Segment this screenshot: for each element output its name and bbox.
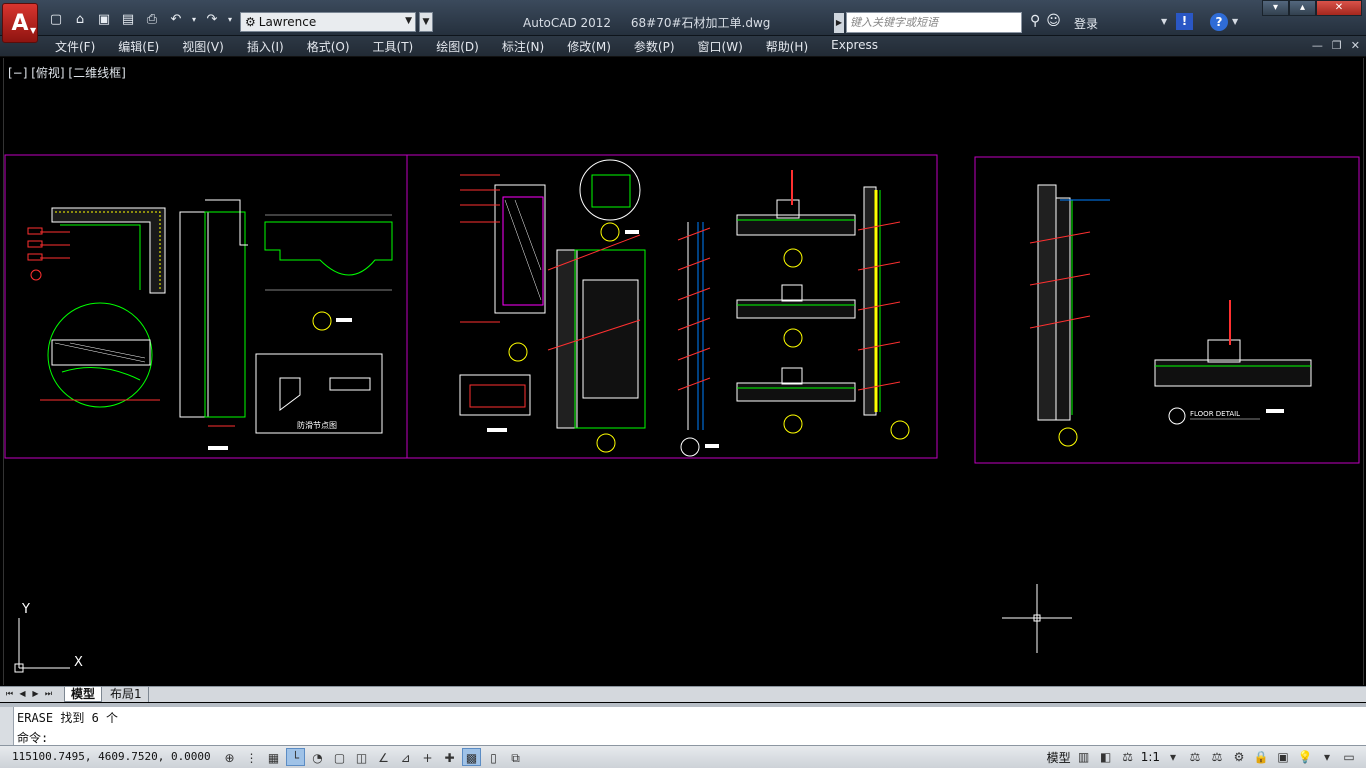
command-prompt-input[interactable]: 命令: xyxy=(17,729,48,746)
grid-icon[interactable]: ▦ xyxy=(264,748,283,766)
quick-properties-icon[interactable]: ▯ xyxy=(484,748,503,766)
3d-osnap-icon[interactable]: ◫ xyxy=(352,748,371,766)
lineweight-icon[interactable]: ✚ xyxy=(440,748,459,766)
hardware-acceleration-icon[interactable]: ▣ xyxy=(1274,748,1292,766)
command-window-grip[interactable] xyxy=(0,707,14,745)
otrack-icon[interactable]: ∠ xyxy=(374,748,393,766)
next-tab-icon[interactable]: ▶ xyxy=(30,688,41,700)
coordinate-readout[interactable]: 115100.7495, 4609.7520, 0.0000 xyxy=(12,750,211,763)
isolate-objects-icon[interactable]: 💡 xyxy=(1296,748,1314,766)
ucs-x-label: X xyxy=(74,655,83,670)
clean-screen-icon[interactable]: ▭ xyxy=(1340,748,1358,766)
detail-title-floor: FLOOR DETAIL xyxy=(1190,410,1240,418)
annotation-scale-icon: ⚖ xyxy=(1122,750,1134,764)
lock-icon[interactable]: 🔒 xyxy=(1252,748,1270,766)
drafting-settings: ⊕ ⋮ ▦ └ ◔ ▢ ◫ ∠ ⊿ + ✚ ▩ ▯ ⧉ xyxy=(220,748,525,766)
ucs-icon: X Y xyxy=(14,602,83,673)
tab-navigation: ⏮ ◀ ▶ ⏭ xyxy=(4,688,54,700)
workspace-switch-icon[interactable]: ⚙ xyxy=(1230,748,1248,766)
snap-icon[interactable]: ⋮ xyxy=(242,748,261,766)
drawing-frame-3 xyxy=(974,156,1360,464)
annotation-scale-value[interactable]: 1:1 xyxy=(1141,750,1160,764)
cad-drawing-canvas: 防滑节点图 FLOOR DETAIL X Y xyxy=(4,154,1360,673)
application-menu-button[interactable]: A xyxy=(2,3,38,43)
ucs-y-label: Y xyxy=(21,602,30,617)
quick-view-drawings-icon[interactable]: ◧ xyxy=(1097,748,1115,766)
ortho-icon[interactable]: └ xyxy=(286,748,305,766)
crosshair-cursor xyxy=(1002,584,1072,653)
osnap-icon[interactable]: ▢ xyxy=(330,748,349,766)
status-bar: 115100.7495, 4609.7520, 0.0000 ⊕ ⋮ ▦ └ ◔… xyxy=(0,745,1366,768)
last-tab-icon[interactable]: ⏭ xyxy=(43,688,54,700)
first-tab-icon[interactable]: ⏮ xyxy=(4,688,15,700)
quick-view-layouts-icon[interactable]: ▥ xyxy=(1075,748,1093,766)
selection-cycling-icon[interactable]: ⧉ xyxy=(506,748,525,766)
detail-title-anti-slip: 防滑节点图 xyxy=(297,420,337,430)
section-detail-group-3: FLOOR DETAIL xyxy=(1029,184,1312,447)
section-detail-group-1: 防滑节点图 xyxy=(27,199,393,450)
infer-constraints-icon[interactable]: ⊕ xyxy=(220,748,239,766)
tab-layout1[interactable]: 布局1 xyxy=(104,687,149,702)
status-right-tools: 模型 ▥ ◧ ⚖ 1:1 ▾ ⚖ ⚖ ⚙ 🔒 ▣ 💡 ▾ ▭ xyxy=(1047,748,1358,766)
prev-tab-icon[interactable]: ◀ xyxy=(17,688,28,700)
app-menu-dropdown-icon: ▼ xyxy=(30,26,37,35)
annotation-visibility-icon[interactable]: ⚖ xyxy=(1186,748,1204,766)
polar-icon[interactable]: ◔ xyxy=(308,748,327,766)
command-history-line: ERASE 找到 6 个 xyxy=(17,711,119,725)
ducs-icon[interactable]: ⊿ xyxy=(396,748,415,766)
scale-dropdown-icon[interactable]: ▾ xyxy=(1164,748,1182,766)
section-detail-group-2 xyxy=(459,159,910,457)
status-menu-icon[interactable]: ▾ xyxy=(1318,748,1336,766)
drawing-frame-2 xyxy=(406,154,938,459)
dyn-input-icon[interactable]: + xyxy=(418,748,437,766)
command-window: ERASE 找到 6 个 命令: xyxy=(0,703,1366,745)
auto-scale-icon[interactable]: ⚖ xyxy=(1208,748,1226,766)
layout-tab-bar: ⏮ ◀ ▶ ⏭ 模型 布局1 xyxy=(0,686,1366,702)
tab-model[interactable]: 模型 xyxy=(64,687,103,702)
transparency-icon[interactable]: ▩ xyxy=(462,748,481,766)
model-space-button[interactable]: 模型 xyxy=(1047,749,1071,766)
